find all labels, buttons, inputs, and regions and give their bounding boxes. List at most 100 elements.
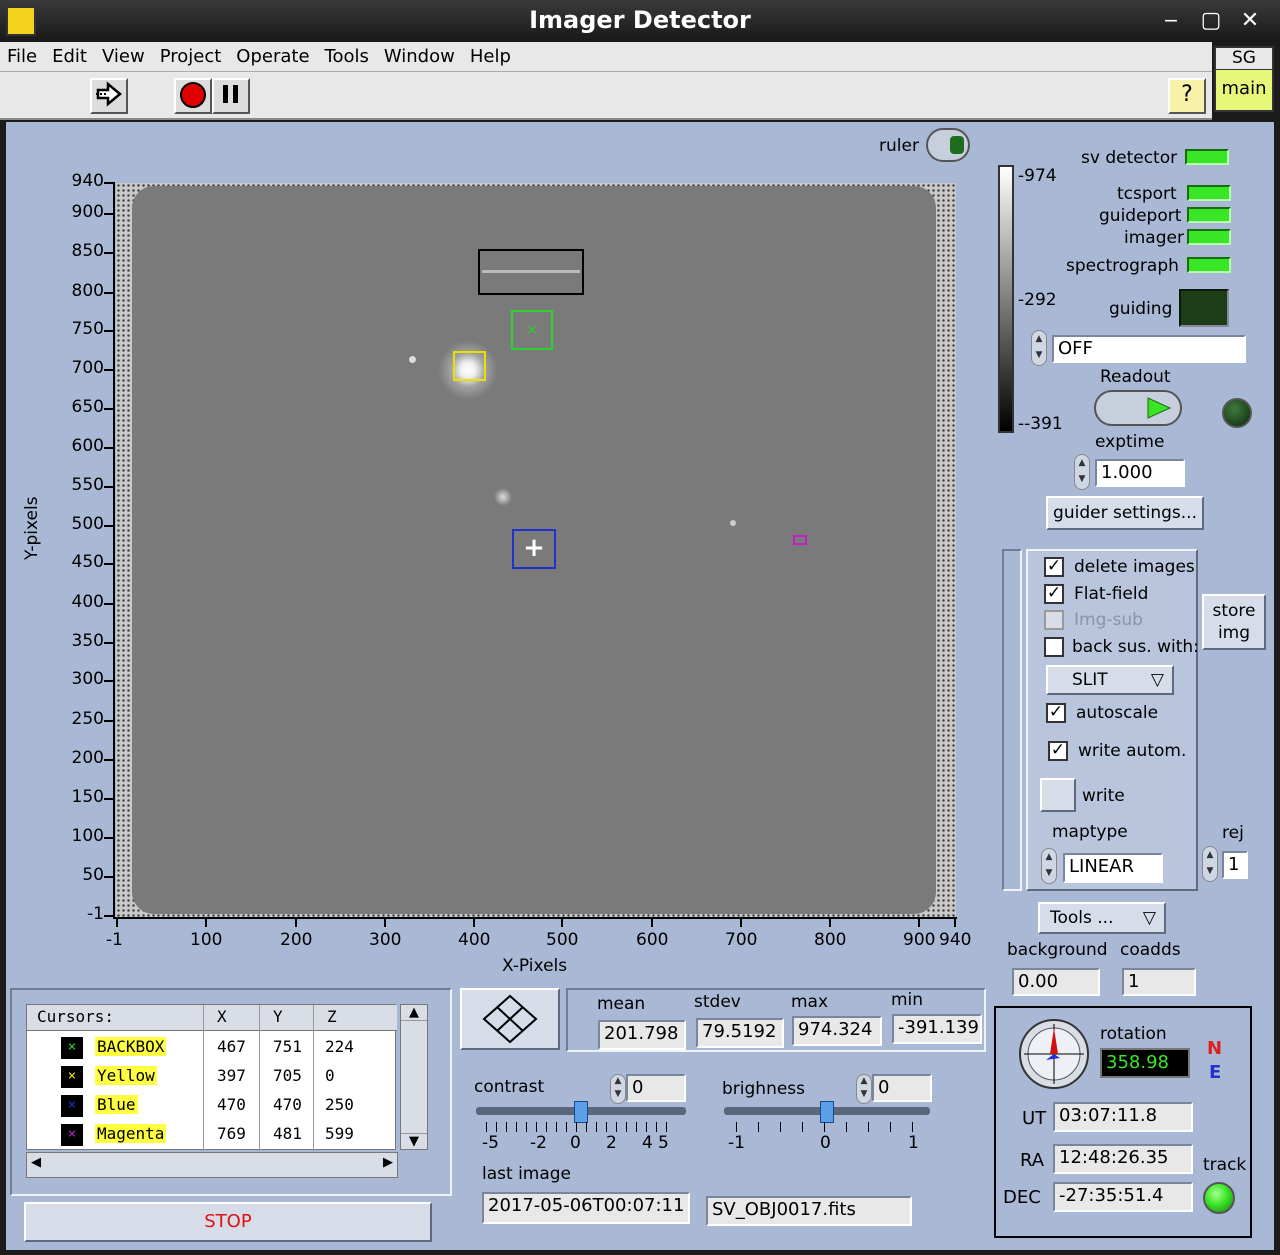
colorbar[interactable]: [998, 165, 1014, 433]
cursors-header-x: X: [217, 1007, 227, 1026]
y-tick-mark: [104, 252, 113, 254]
back-sus-checkbox[interactable]: [1044, 637, 1064, 657]
back-mode-dropdown[interactable]: SLIT ▽: [1046, 665, 1174, 695]
table-row[interactable]: × Magenta 769 481 599: [27, 1120, 397, 1148]
brightness-field[interactable]: 0: [872, 1074, 932, 1102]
y-tick-mark: [104, 447, 113, 449]
maximize-button[interactable]: ▢: [1197, 8, 1225, 33]
cursor-y: 751: [273, 1037, 302, 1056]
menu-operate[interactable]: Operate: [229, 42, 317, 67]
scroll-up-icon[interactable]: ▲: [401, 1005, 427, 1021]
menu-window[interactable]: Window: [377, 42, 463, 67]
y-tick-label: 200: [71, 748, 104, 768]
coadds-label: coadds: [1120, 940, 1181, 960]
menu-tools[interactable]: Tools: [318, 42, 377, 67]
cursor-color-swatch: ×: [61, 1124, 83, 1146]
crosshair-button[interactable]: [460, 988, 560, 1050]
cursor-y: 705: [273, 1066, 302, 1085]
tools-label: Tools ...: [1050, 908, 1114, 928]
options-scrollbar[interactable]: [1002, 549, 1022, 891]
contrast-tick-label: 2: [606, 1133, 617, 1153]
colorbar-min: --391: [1018, 414, 1063, 434]
write-autom-label: write autom.: [1078, 741, 1187, 761]
contrast-slider-thumb[interactable]: [574, 1101, 588, 1123]
brightness-tick-label: -1: [728, 1133, 745, 1153]
y-tick-label: 250: [71, 709, 104, 729]
record-stop-icon[interactable]: [174, 78, 212, 114]
write-autom-checkbox[interactable]: ✓: [1048, 741, 1068, 761]
green-cursor[interactable]: ×: [511, 310, 553, 350]
cursors-hscrollbar[interactable]: ◀ ▶: [26, 1152, 398, 1178]
brightness-slider-thumb[interactable]: [820, 1101, 834, 1123]
close-button[interactable]: ✕: [1236, 8, 1264, 33]
status-label-tcsport: tcsport: [1117, 184, 1177, 204]
ruler-toggle[interactable]: [926, 128, 970, 162]
status-label-guiding: guiding: [1109, 299, 1173, 319]
menu-help[interactable]: Help: [463, 42, 519, 67]
stop-button[interactable]: STOP: [24, 1202, 432, 1242]
status-led-spectrograph: [1187, 257, 1231, 273]
y-axis-label: Y-pixels: [22, 496, 42, 560]
exptime-spinner[interactable]: ▲ ▼: [1074, 454, 1090, 490]
table-row[interactable]: × Yellow 397 705 0: [27, 1062, 397, 1090]
scroll-down-icon[interactable]: ▼: [401, 1133, 427, 1149]
scroll-right-icon[interactable]: ▶: [383, 1155, 393, 1170]
tools-dropdown[interactable]: Tools ... ▽: [1038, 902, 1166, 934]
track-label: track: [1203, 1155, 1247, 1175]
maptype-spinner[interactable]: ▲ ▼: [1041, 848, 1057, 884]
y-tick-label: 350: [71, 631, 104, 651]
table-row[interactable]: × Blue 470 470 250: [27, 1091, 397, 1119]
ra-label: RA: [1020, 1150, 1045, 1171]
contrast-label: contrast: [474, 1077, 545, 1097]
cursors-vscrollbar[interactable]: ▲ ▼: [400, 1004, 428, 1150]
magenta-cursor[interactable]: [793, 535, 807, 545]
menu-edit[interactable]: Edit: [45, 42, 95, 67]
exptime-field[interactable]: 1.000: [1095, 459, 1185, 487]
guider-settings-button[interactable]: guider settings...: [1046, 496, 1204, 530]
contrast-field[interactable]: 0: [626, 1074, 686, 1102]
rej-spinner[interactable]: ▲ ▼: [1202, 846, 1218, 882]
menu-project[interactable]: Project: [153, 42, 230, 67]
y-tick-mark: [104, 680, 113, 682]
pause-icon[interactable]: [212, 78, 250, 114]
x-tick-mark: [740, 919, 742, 927]
guiding-mode-spinner[interactable]: ▲ ▼: [1031, 330, 1047, 366]
mean-field: 201.798: [598, 1020, 686, 1050]
x-tick-mark: [384, 919, 386, 927]
rej-field[interactable]: 1: [1222, 851, 1248, 879]
blue-cursor[interactable]: +: [512, 529, 556, 569]
delete-images-checkbox[interactable]: ✓: [1044, 557, 1064, 577]
y-tick-label: 50: [82, 865, 104, 885]
background-field[interactable]: 0.00: [1012, 968, 1100, 996]
write-button[interactable]: [1040, 778, 1076, 812]
guiding-mode-field[interactable]: OFF: [1052, 335, 1246, 363]
menu-file[interactable]: File: [0, 42, 45, 67]
cursor-x: 467: [217, 1037, 246, 1056]
coadds-field[interactable]: 1: [1122, 968, 1196, 996]
contrast-tick-label: -2: [530, 1133, 547, 1153]
write-label: write: [1082, 786, 1125, 806]
maptype-field[interactable]: LINEAR: [1063, 853, 1163, 883]
minimize-button[interactable]: ‒: [1157, 8, 1185, 33]
autoscale-checkbox[interactable]: ✓: [1046, 703, 1066, 723]
backbox-region[interactable]: [478, 249, 584, 295]
menu-view[interactable]: View: [95, 42, 153, 67]
maptype-label: maptype: [1052, 822, 1128, 842]
contrast-spinner[interactable]: ▲ ▼: [610, 1074, 626, 1104]
cursors-header: Cursors: X Y Z: [27, 1005, 397, 1031]
scroll-left-icon[interactable]: ◀: [31, 1155, 41, 1170]
y-tick-label: -1: [87, 904, 104, 924]
readout-button[interactable]: [1094, 390, 1182, 426]
question-icon[interactable]: ?: [1168, 78, 1206, 114]
img-sub-checkbox[interactable]: [1044, 610, 1064, 630]
status-label-spectrograph: spectrograph: [1066, 256, 1179, 276]
store-img-button[interactable]: store img: [1202, 594, 1266, 650]
faint-star: [494, 488, 512, 506]
table-row[interactable]: × BACKBOX 467 751 224: [27, 1033, 397, 1061]
run-arrow-icon[interactable]: [90, 78, 128, 114]
flat-field-checkbox[interactable]: ✓: [1044, 584, 1064, 604]
toolbar: ?: [0, 72, 1212, 120]
yellow-cursor[interactable]: [453, 351, 486, 381]
brightness-spinner[interactable]: ▲ ▼: [856, 1074, 872, 1104]
stdev-label: stdev: [694, 992, 741, 1012]
